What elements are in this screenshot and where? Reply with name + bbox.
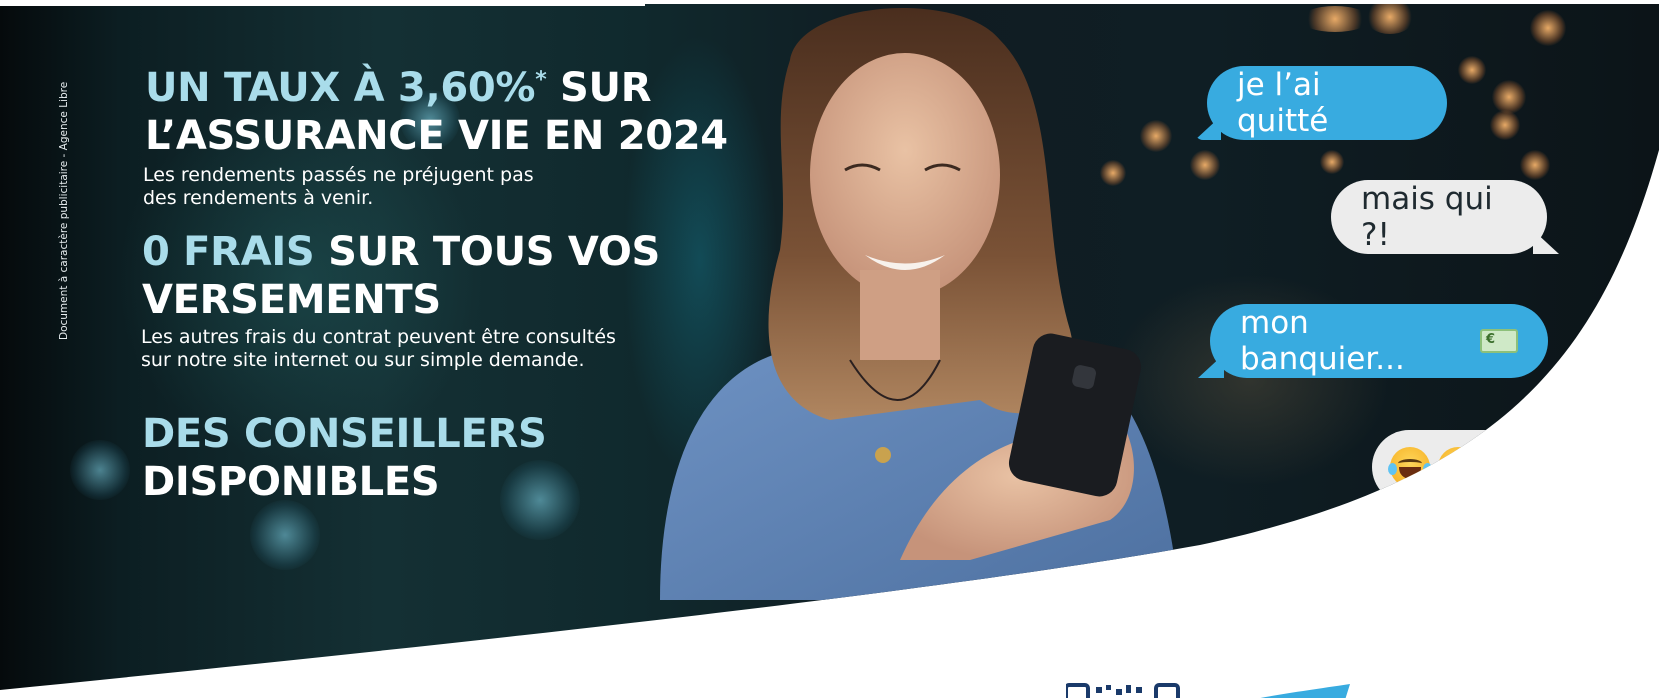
bubble-tail [1530, 480, 1556, 504]
headline-advisors-line2: DISPONIBLES [142, 459, 440, 505]
brand-swoosh-icon [1260, 684, 1350, 698]
chat-bubble-laughing [1372, 430, 1544, 504]
chat-bubble-who: mais qui ?! [1331, 180, 1547, 254]
disclaimer-fees-line1: Les autres frais du contrat peuvent être… [141, 326, 616, 348]
disclaimer-fees-line2: sur notre site internet ou sur simple de… [141, 349, 585, 371]
bokeh-light [1320, 150, 1344, 174]
laughing-tears-emoji-icon [1390, 447, 1430, 487]
chat-bubble-quit: je l’ai quitté [1207, 66, 1447, 140]
bokeh-light [1490, 110, 1520, 140]
chat-bubble-quit-text: je l’ai quitté [1237, 67, 1329, 139]
headline-fees-rest: SUR TOUS VOS [314, 229, 661, 275]
headline-advisors-accent: DES CONSEILLERS [142, 411, 547, 457]
headline-rate-line2: L’ASSURANCE VIE EN 2024 [145, 113, 728, 159]
bubble-tail [1533, 230, 1559, 254]
banknote-icon: € [1480, 329, 1518, 353]
bokeh-light [1492, 80, 1526, 114]
chat-bubble-who-text: mais qui ?! [1361, 181, 1493, 253]
credit-label: Document à caractère publicitaire - Agen… [58, 81, 70, 340]
face-shape [810, 53, 1000, 297]
chat-bubble-banker-text: mon banquier... [1240, 305, 1405, 377]
headline-rate: UN TAUX À 3,60%* SUR L’ASSURANCE VIE EN … [145, 64, 728, 160]
disclaimer-returns-line2: des rendements à venir. [143, 187, 374, 209]
qr-code-icon [1066, 683, 1180, 698]
photo-banner: Document à caractère publicitaire - Agen… [0, 0, 1659, 698]
disclaimer-returns-line1: Les rendements passés ne préjugent pas [143, 164, 534, 186]
bokeh-light [250, 500, 320, 570]
bokeh-light [1300, 6, 1370, 32]
headline-fees-line2: VERSEMENTS [142, 277, 441, 323]
chat-bubble-banker: mon banquier... € [1210, 304, 1548, 378]
vertical-credit-text: Document à caractère publicitaire - Agen… [58, 80, 73, 340]
disclaimer-fees: Les autres frais du contrat peuvent être… [141, 326, 616, 372]
bokeh-light [1530, 10, 1566, 46]
pendant [875, 447, 891, 463]
neck-shape [860, 270, 940, 360]
disclaimer-returns: Les rendements passés ne préjugent pas d… [143, 164, 534, 210]
asterisk-mark: * [535, 67, 547, 93]
headline-fees: 0 FRAIS SUR TOUS VOS VERSEMENTS [142, 228, 660, 324]
laughing-tears-emoji-icon [1486, 447, 1526, 487]
bokeh-light [1458, 56, 1486, 84]
laughing-tears-emoji-icon [1438, 447, 1478, 487]
bokeh-light [1520, 150, 1550, 180]
advertisement: Document à caractère publicitaire - Agen… [0, 0, 1659, 698]
headline-advisors: DES CONSEILLERS DISPONIBLES [142, 410, 547, 506]
woman-with-phone-photo [640, 0, 1240, 600]
euro-symbol: € [1486, 332, 1496, 347]
headline-rate-accent: UN TAUX À 3,60% [145, 65, 536, 111]
headline-fees-accent: 0 FRAIS [142, 229, 315, 275]
bokeh-light [70, 440, 130, 500]
headline-rate-rest: SUR [546, 65, 652, 111]
bokeh-light [1365, 0, 1415, 34]
